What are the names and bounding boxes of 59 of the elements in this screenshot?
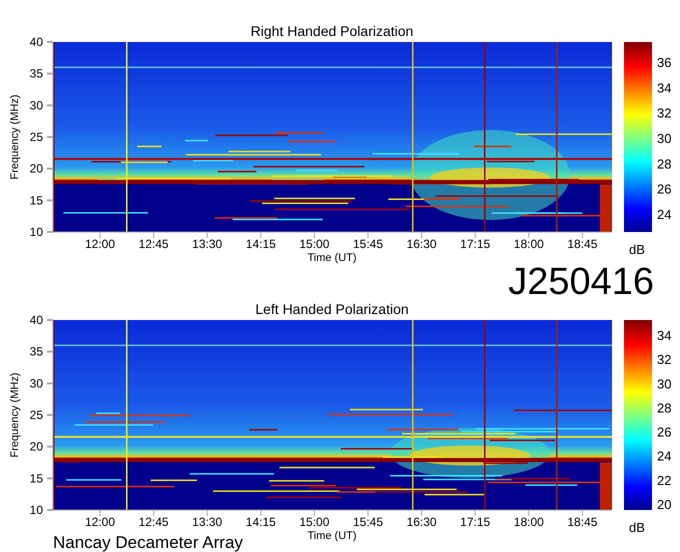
x-tick-label: 15:00: [299, 237, 330, 251]
x-tick-label: 18:00: [514, 515, 544, 529]
y-tick-label: 30: [30, 376, 43, 390]
colorbar-tick-label: 24: [657, 448, 672, 464]
x-axis-label: Time (UT): [307, 530, 357, 542]
y-tick-label: 40: [30, 35, 43, 49]
x-tick-label: 16:30: [406, 515, 437, 529]
y-tick-label: 40: [30, 313, 43, 327]
y-tick-label: 25: [30, 130, 43, 144]
y-tick-label: 10: [30, 225, 43, 239]
x-tick-label: 12:45: [138, 515, 169, 529]
colorbar-tick-label: 28: [657, 400, 672, 416]
x-tick-label: 18:00: [514, 237, 544, 251]
colorbar-tick-label: 34: [657, 328, 672, 343]
colorbar-tick-label: 26: [657, 182, 672, 197]
colorbar-tick-label: 30: [657, 376, 672, 392]
colorbar-tick-label: 26: [657, 424, 672, 440]
x-axis-label: Time (UT): [307, 252, 357, 264]
colorbar-tick-label: 36: [657, 55, 672, 70]
y-tick-label: 15: [30, 193, 43, 208]
y-tick-label: 20: [30, 440, 43, 454]
x-tick-label: 12:00: [84, 237, 116, 251]
x-tick-label: 15:00: [299, 515, 330, 529]
colorbar-tick-label: 32: [657, 106, 672, 121]
y-axis-label: Frequency (MHz): [9, 372, 21, 458]
plot-title: Right Handed Polarization: [250, 23, 414, 39]
date-label: J250416: [508, 266, 654, 298]
y-tick-label: 30: [30, 98, 43, 112]
y-tick-label: 15: [30, 471, 43, 486]
colorbar-tick-label: 24: [657, 207, 672, 222]
x-tick-label: 16:30: [406, 237, 437, 251]
x-tick-label: 13:30: [192, 237, 222, 251]
x-tick-label: 15:45: [352, 515, 384, 529]
x-tick-label: 18:45: [567, 515, 598, 529]
y-tick-label: 20: [30, 162, 43, 176]
colorbar-unit: dB: [629, 242, 645, 257]
x-tick-label: 13:30: [192, 515, 222, 529]
colorbar-tick-label: 28: [657, 156, 672, 172]
footer-text: Nancay Decameter Array: [53, 533, 243, 552]
y-tick-label: 35: [30, 344, 43, 359]
x-tick-label: 17:15: [460, 237, 490, 251]
x-tick-label: 12:45: [138, 237, 169, 251]
x-tick-label: 17:15: [460, 515, 490, 529]
x-tick-label: 14:15: [246, 237, 276, 251]
y-tick-label: 35: [30, 66, 43, 81]
colorbar-tick-label: 34: [657, 80, 672, 96]
colorbar-tick-label: 32: [657, 352, 672, 368]
y-tick-label: 10: [30, 503, 43, 517]
colorbar-tick-label: 30: [657, 131, 672, 146]
colorbar-tick-label: 22: [657, 472, 672, 488]
colorbar-unit: dB: [629, 520, 645, 535]
colorbar-tick-label: 20: [657, 497, 672, 512]
y-tick-label: 25: [30, 408, 43, 422]
x-tick-label: 18:45: [567, 237, 598, 251]
x-tick-label: 12:00: [84, 515, 116, 529]
x-tick-label: 14:15: [246, 515, 276, 529]
y-axis-label: Frequency (MHz): [9, 94, 21, 180]
x-tick-label: 15:45: [352, 237, 384, 251]
plot-title: Left Handed Polarization: [255, 301, 409, 317]
